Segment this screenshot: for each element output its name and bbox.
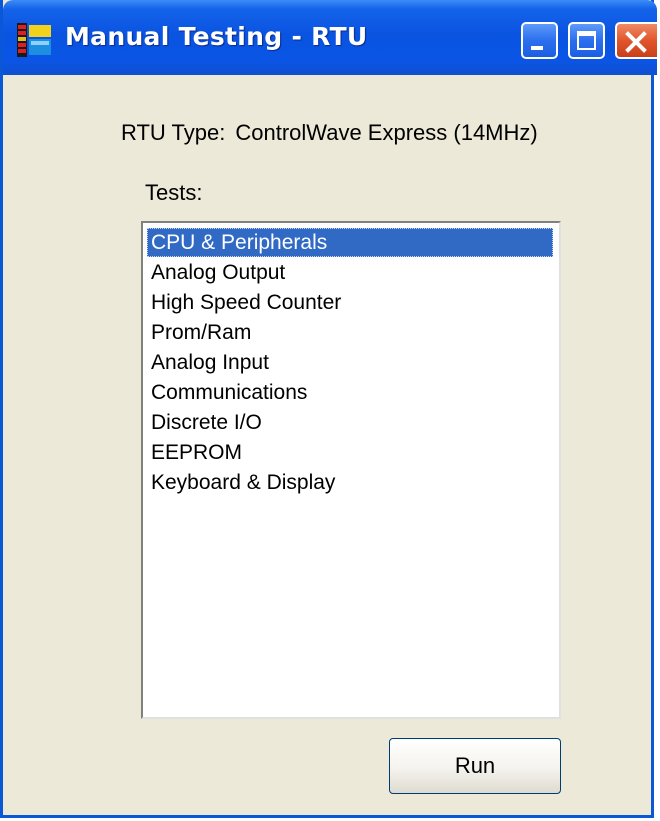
test-item-cpu-peripherals[interactable]: CPU & Peripherals <box>147 228 553 257</box>
tests-label: Tests: <box>145 180 203 205</box>
rtu-type-value: ControlWave Express (14MHz) <box>235 120 538 145</box>
test-item-analog-input[interactable]: Analog Input <box>147 348 553 377</box>
test-item-eeprom[interactable]: EEPROM <box>147 438 553 467</box>
window-title: Manual Testing - RTU <box>65 22 368 51</box>
maximize-button[interactable] <box>568 22 605 59</box>
run-button[interactable]: Run <box>389 738 561 794</box>
rtu-type-row: RTU Type: ControlWave Express (14MHz) <box>121 120 538 146</box>
rtu-app-icon <box>17 23 51 57</box>
title-bar[interactable]: Manual Testing - RTU <box>3 0 657 75</box>
minimize-button[interactable] <box>521 22 558 59</box>
minimize-icon <box>531 46 543 50</box>
test-item-analog-output[interactable]: Analog Output <box>147 258 553 287</box>
close-button[interactable] <box>615 22 657 59</box>
tests-listbox[interactable]: CPU & Peripherals Analog Output High Spe… <box>141 221 561 719</box>
test-item-high-speed-counter[interactable]: High Speed Counter <box>147 288 553 317</box>
rtu-type-label: RTU Type: <box>121 120 226 145</box>
test-item-discrete-io[interactable]: Discrete I/O <box>147 408 553 437</box>
close-icon <box>625 31 647 53</box>
test-item-keyboard-display[interactable]: Keyboard & Display <box>147 468 553 497</box>
maximize-icon <box>577 31 596 50</box>
test-item-communications[interactable]: Communications <box>147 378 553 407</box>
test-item-prom-ram[interactable]: Prom/Ram <box>147 318 553 347</box>
manual-testing-window: Manual Testing - RTU RTU Type: ControlWav… <box>0 0 657 818</box>
